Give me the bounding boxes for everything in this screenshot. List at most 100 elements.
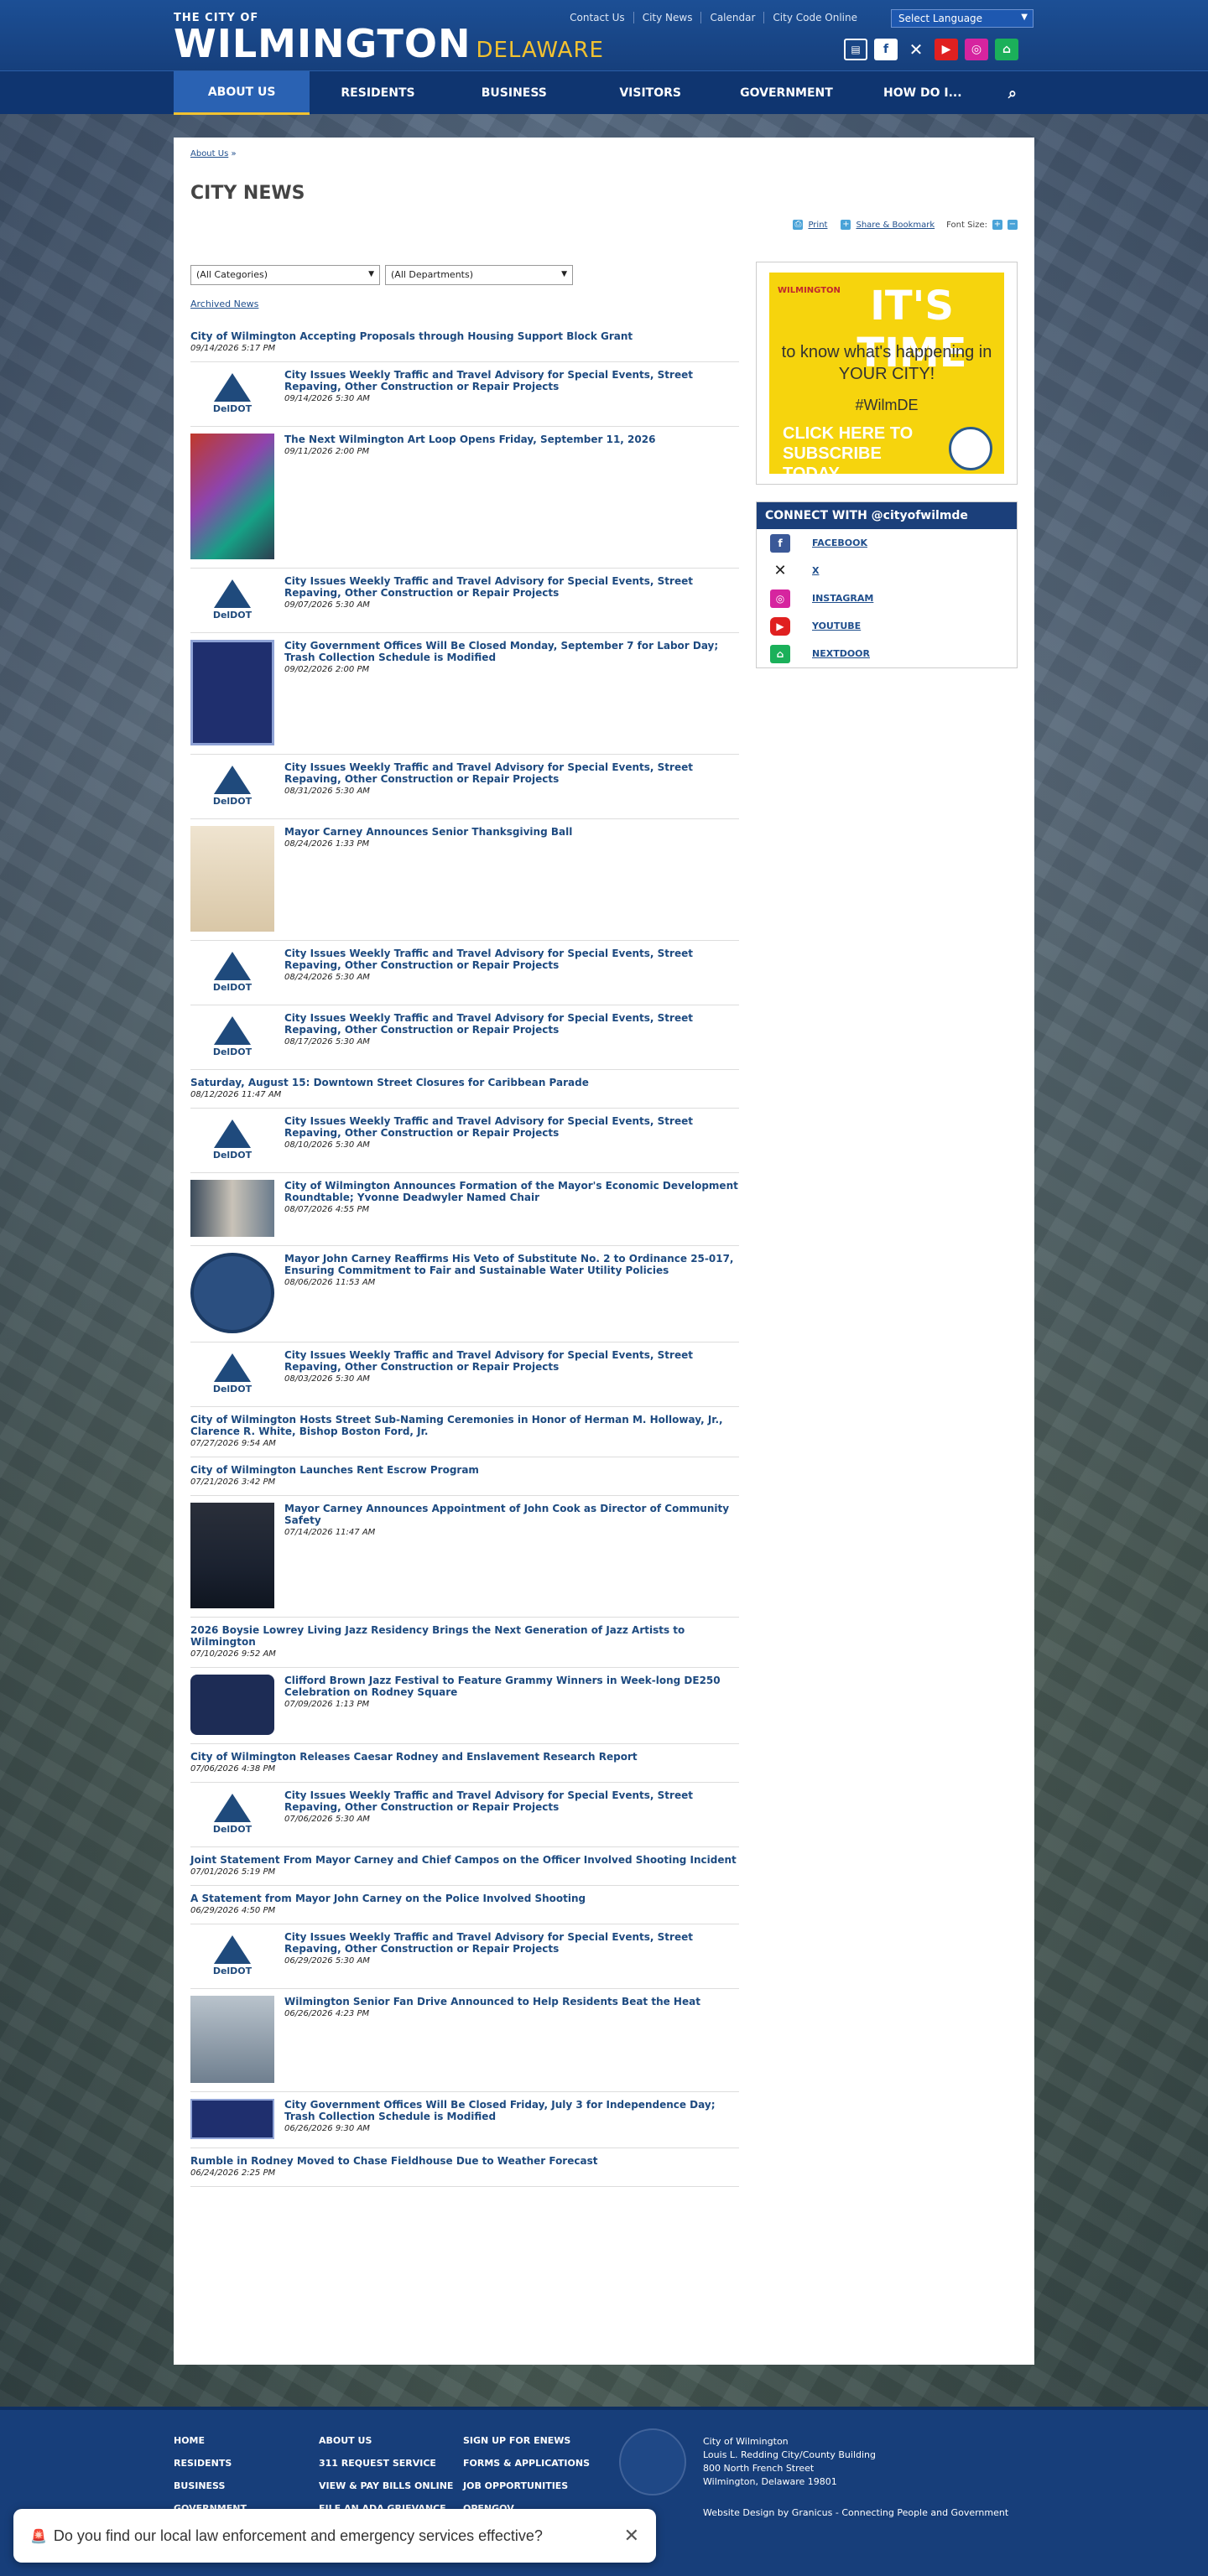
x-icon[interactable]: ✕ — [904, 39, 928, 60]
news-title-link[interactable]: City Issues Weekly Traffic and Travel Ad… — [284, 1931, 739, 1955]
nav-visitors[interactable]: VISITORS — [582, 71, 718, 115]
news-item[interactable]: Joint Statement From Mayor Carney and Ch… — [190, 1847, 739, 1886]
news-item[interactable]: Clifford Brown Jazz Festival to Feature … — [190, 1668, 739, 1744]
news-title-link[interactable]: City of Wilmington Announces Formation o… — [284, 1180, 739, 1203]
category-select[interactable]: (All Categories) ▼ — [190, 265, 380, 285]
footer-business-link[interactable]: BUSINESS — [174, 2480, 247, 2491]
news-title-link[interactable]: Wilmington Senior Fan Drive Announced to… — [284, 1996, 739, 2007]
nav-about-us[interactable]: ABOUT US — [174, 71, 310, 115]
news-item[interactable]: Mayor Carney Announces Appointment of Jo… — [190, 1496, 739, 1618]
deldot-logo[interactable]: DelDOT — [190, 1349, 274, 1398]
news-item[interactable]: City of Wilmington Launches Rent Escrow … — [190, 1457, 739, 1496]
news-thumbnail[interactable] — [190, 1180, 274, 1237]
footer-about-link[interactable]: ABOUT US — [319, 2435, 453, 2446]
news-title-link[interactable]: City of Wilmington Hosts Street Sub-Nami… — [190, 1414, 739, 1437]
font-increase-icon[interactable]: + — [992, 220, 1002, 230]
news-thumbnail[interactable] — [190, 1996, 274, 2083]
share-icon[interactable]: + — [841, 220, 851, 230]
city-news-link[interactable]: City News — [633, 12, 701, 23]
news-title-link[interactable]: Saturday, August 15: Downtown Street Clo… — [190, 1077, 739, 1088]
print-link[interactable]: Print — [808, 221, 827, 230]
archived-news-link[interactable]: Archived News — [190, 299, 258, 309]
news-thumbnail[interactable] — [190, 2099, 274, 2139]
news-title-link[interactable]: 2026 Boysie Lowrey Living Jazz Residency… — [190, 1624, 739, 1648]
connect-instagram[interactable]: ◎ INSTAGRAM — [757, 584, 1017, 612]
footer-jobs-link[interactable]: JOB OPPORTUNITIES — [463, 2480, 590, 2491]
news-title-link[interactable]: Mayor Carney Announces Senior Thanksgivi… — [284, 826, 739, 838]
news-title-link[interactable]: A Statement from Mayor John Carney on th… — [190, 1893, 739, 1904]
news-title-link[interactable]: City Issues Weekly Traffic and Travel Ad… — [284, 761, 739, 785]
close-icon[interactable]: ✕ — [624, 2526, 639, 2547]
news-item[interactable]: DelDOT City Issues Weekly Traffic and Tra… — [190, 1343, 739, 1407]
contact-us-link[interactable]: Contact Us — [561, 12, 633, 23]
connect-facebook[interactable]: f FACEBOOK — [757, 529, 1017, 557]
deldot-logo[interactable]: DelDOT — [190, 948, 274, 996]
news-thumbnail[interactable] — [190, 1675, 274, 1735]
news-item[interactable]: City Government Offices Will Be Closed M… — [190, 633, 739, 755]
deldot-logo[interactable]: DelDOT — [190, 369, 274, 418]
news-thumbnail[interactable] — [190, 434, 274, 559]
news-title-link[interactable]: Clifford Brown Jazz Festival to Feature … — [284, 1675, 739, 1698]
footer-residents-link[interactable]: RESIDENTS — [174, 2458, 247, 2469]
news-title-link[interactable]: The Next Wilmington Art Loop Opens Frida… — [284, 434, 739, 445]
news-icon[interactable]: ▤ — [844, 39, 867, 60]
news-item[interactable]: Mayor Carney Announces Senior Thanksgivi… — [190, 819, 739, 941]
news-item[interactable]: DelDOT City Issues Weekly Traffic and Tra… — [190, 1005, 739, 1070]
news-item[interactable]: A Statement from Mayor John Carney on th… — [190, 1886, 739, 1924]
nav-business[interactable]: BUSINESS — [446, 71, 582, 115]
news-title-link[interactable]: City Issues Weekly Traffic and Travel Ad… — [284, 1115, 739, 1139]
news-title-link[interactable]: Rumble in Rodney Moved to Chase Fieldhou… — [190, 2155, 739, 2167]
news-title-link[interactable]: City Issues Weekly Traffic and Travel Ad… — [284, 1789, 739, 1813]
calendar-link[interactable]: Calendar — [700, 12, 763, 23]
search-icon[interactable]: ⌕ — [991, 71, 1034, 115]
footer-311-link[interactable]: 311 REQUEST SERVICE — [319, 2458, 453, 2469]
nextdoor-icon[interactable]: ⌂ — [995, 39, 1018, 60]
news-item[interactable]: DelDOT City Issues Weekly Traffic and Tra… — [190, 1924, 739, 1989]
department-select[interactable]: (All Departments) ▼ — [385, 265, 573, 285]
news-item[interactable]: DelDOT City Issues Weekly Traffic and Tra… — [190, 941, 739, 1005]
news-item[interactable]: Wilmington Senior Fan Drive Announced to… — [190, 1989, 739, 2092]
news-title-link[interactable]: City of Wilmington Releases Caesar Rodne… — [190, 1751, 739, 1763]
breadcrumb-about-us[interactable]: About Us — [190, 149, 228, 158]
news-item[interactable]: City of Wilmington Releases Caesar Rodne… — [190, 1744, 739, 1783]
deldot-logo[interactable]: DelDOT — [190, 1789, 274, 1838]
news-title-link[interactable]: City of Wilmington Launches Rent Escrow … — [190, 1464, 739, 1476]
news-thumbnail[interactable] — [190, 1503, 274, 1608]
news-title-link[interactable]: City Issues Weekly Traffic and Travel Ad… — [284, 369, 739, 392]
site-logo[interactable]: THE CITY OF WILMINGTON DELAWARE — [174, 12, 604, 63]
news-title-link[interactable]: Mayor John Carney Reaffirms His Veto of … — [284, 1253, 739, 1276]
news-item[interactable]: DelDOT City Issues Weekly Traffic and Tra… — [190, 569, 739, 633]
subscribe-promo[interactable]: WILMINGTON IT'S TIME to know what's happ… — [756, 262, 1018, 485]
youtube-icon[interactable]: ▶ — [935, 39, 958, 60]
news-item[interactable]: Saturday, August 15: Downtown Street Clo… — [190, 1070, 739, 1109]
facebook-icon[interactable]: f — [874, 39, 898, 60]
news-item[interactable]: Mayor John Carney Reaffirms His Veto of … — [190, 1246, 739, 1343]
footer-enews-link[interactable]: SIGN UP FOR ENEWS — [463, 2435, 590, 2446]
connect-x[interactable]: ✕ X — [757, 557, 1017, 584]
deldot-logo[interactable]: DelDOT — [190, 1115, 274, 1164]
print-icon[interactable]: ⎙ — [793, 220, 804, 230]
news-title-link[interactable]: City Issues Weekly Traffic and Travel Ad… — [284, 1349, 739, 1373]
news-thumbnail[interactable] — [190, 640, 274, 745]
news-title-link[interactable]: City of Wilmington Accepting Proposals t… — [190, 330, 739, 342]
news-item[interactable]: City of Wilmington Announces Formation o… — [190, 1173, 739, 1246]
connect-nextdoor[interactable]: ⌂ NEXTDOOR — [757, 640, 1017, 667]
deldot-logo[interactable]: DelDOT — [190, 761, 274, 810]
footer-home-link[interactable]: HOME — [174, 2435, 247, 2446]
city-code-link[interactable]: City Code Online — [763, 12, 866, 23]
survey-question[interactable]: Do you find our local law enforcement an… — [54, 2527, 617, 2545]
news-item[interactable]: City of Wilmington Accepting Proposals t… — [190, 324, 739, 362]
footer-credit[interactable]: Website Design by Granicus - Connecting … — [703, 2507, 1008, 2518]
news-title-link[interactable]: Joint Statement From Mayor Carney and Ch… — [190, 1854, 739, 1866]
news-item[interactable]: DelDOT City Issues Weekly Traffic and Tra… — [190, 1783, 739, 1847]
footer-bills-link[interactable]: VIEW & PAY BILLS ONLINE — [319, 2480, 453, 2491]
nav-government[interactable]: GOVERNMENT — [718, 71, 854, 115]
deldot-logo[interactable]: DelDOT — [190, 575, 274, 624]
nav-how-do-i[interactable]: HOW DO I... — [855, 71, 991, 115]
news-title-link[interactable]: City Issues Weekly Traffic and Travel Ad… — [284, 1012, 739, 1036]
news-item[interactable]: City of Wilmington Hosts Street Sub-Nami… — [190, 1407, 739, 1457]
instagram-icon[interactable]: ◎ — [965, 39, 988, 60]
connect-youtube[interactable]: ▶ YOUTUBE — [757, 612, 1017, 640]
news-item[interactable]: DelDOT City Issues Weekly Traffic and Tra… — [190, 755, 739, 819]
news-item[interactable]: DelDOT City Issues Weekly Traffic and Tra… — [190, 362, 739, 427]
